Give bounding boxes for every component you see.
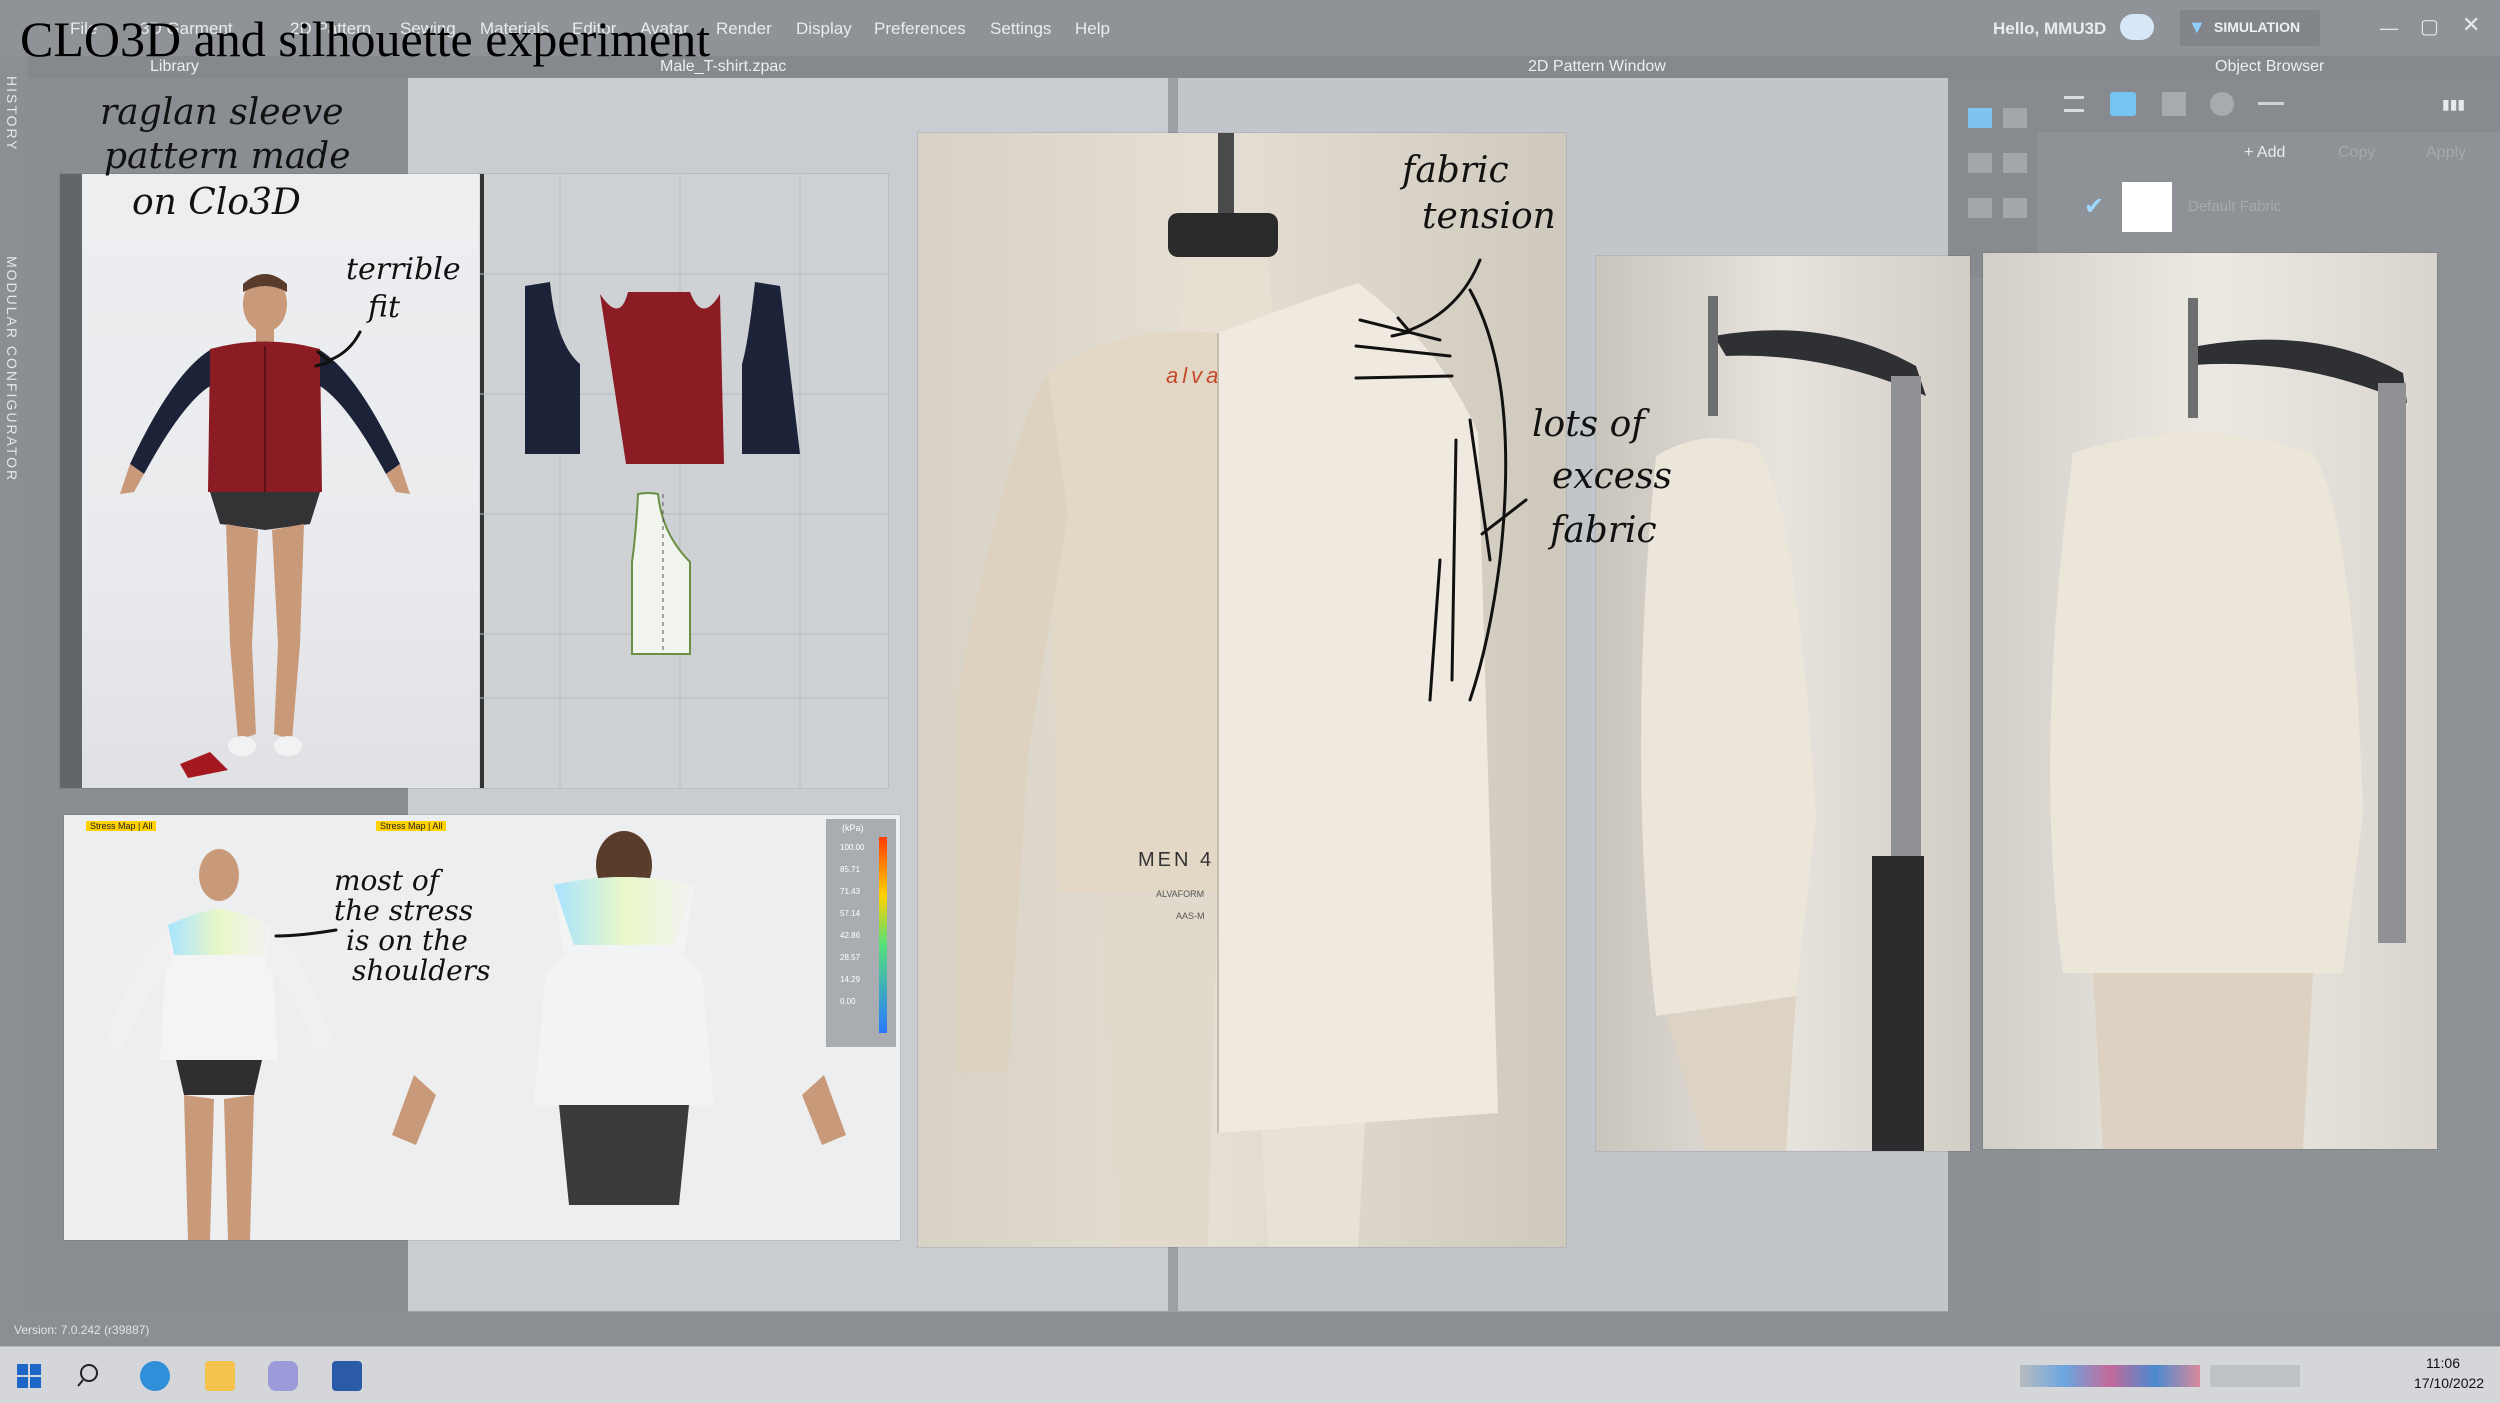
legend-tick: 0.00 xyxy=(840,997,856,1006)
taskbar-date: 17/10/2022 xyxy=(2414,1375,2485,1391)
edge-browser-icon[interactable] xyxy=(140,1361,170,1391)
file-explorer-icon[interactable] xyxy=(205,1361,235,1391)
back-pattern-piece xyxy=(631,492,691,655)
windows-start-icon[interactable] xyxy=(14,1361,44,1391)
word-app-icon[interactable] xyxy=(332,1361,362,1391)
mode-label: SIMULATION xyxy=(2214,19,2301,35)
form-model-label: AAS-M xyxy=(1176,911,1205,921)
fabric-swatch[interactable] xyxy=(2122,182,2172,232)
annotation-fabric-2: fabric xyxy=(1550,510,1657,551)
copy-button[interactable]: Copy xyxy=(2338,144,2375,162)
form-brand-label: alva xyxy=(1166,363,1223,388)
list-icon[interactable] xyxy=(2064,96,2084,112)
stress-map-panel: Stress Map | All Stress Map | All (kPa) … xyxy=(64,815,900,1240)
network-volume-icons[interactable] xyxy=(2210,1365,2300,1387)
version-label: Version: 7.0.242 (r39887) xyxy=(14,1323,150,1337)
annotation-lots-of: lots of xyxy=(1532,404,1645,445)
add-button[interactable]: + Add xyxy=(2244,144,2285,162)
greeting-label: Hello, MMU3D xyxy=(1993,19,2107,38)
side-muslin-toile xyxy=(1641,438,1816,1151)
legend-tick: 14.29 xyxy=(840,975,861,984)
chevron-down-icon: ▼ xyxy=(2188,17,2206,37)
dress-form-front-photo: alva MEN 4 ALVAFORM AAS-M xyxy=(918,133,1566,1247)
left-side-strip: HISTORY MODULAR CONFIGURATOR xyxy=(0,56,28,1346)
tool-icon[interactable] xyxy=(1968,108,1992,128)
apply-button[interactable]: Apply xyxy=(2426,144,2466,162)
legend-tick: 100.00 xyxy=(840,843,865,852)
pattern-grid xyxy=(480,174,888,788)
form-maker-label: ALVAFORM xyxy=(1156,889,1205,899)
tool-icon[interactable] xyxy=(1968,153,1992,173)
cloud-icon[interactable] xyxy=(2120,14,2154,40)
button-icon[interactable] xyxy=(2210,92,2234,116)
legend-tick: 57.14 xyxy=(840,909,861,918)
tool-icon[interactable] xyxy=(2003,153,2027,173)
object-browser-title: Object Browser xyxy=(2215,58,2325,75)
annotation-stress-4: shoulders xyxy=(352,954,491,987)
annotation-fit: fit xyxy=(368,290,401,325)
annotation-fabric: fabric xyxy=(1402,150,1509,191)
menu-help[interactable]: Help xyxy=(1075,19,1110,39)
fabric-icon[interactable] xyxy=(2110,92,2136,116)
stress-legend xyxy=(826,819,896,1047)
windows-taskbar: 11:06 17/10/2022 xyxy=(0,1346,2500,1403)
line-icon[interactable] xyxy=(2258,102,2284,105)
legend-tick: 71.43 xyxy=(840,887,861,896)
sleeve-pattern-piece xyxy=(742,282,800,454)
pattern-tool-strip xyxy=(1948,78,2038,278)
annotation-tension: tension xyxy=(1422,196,1556,237)
avatar-figure xyxy=(120,274,410,756)
muslin-toile xyxy=(1217,283,1498,1133)
body-pattern-piece xyxy=(600,292,724,464)
menu-render[interactable]: Render xyxy=(716,19,772,39)
menu-settings[interactable]: Settings xyxy=(990,19,1051,39)
legend-tick: 42.86 xyxy=(840,931,861,940)
status-bar: Version: 7.0.242 (r39887) xyxy=(0,1312,2500,1346)
system-tray-icons[interactable] xyxy=(2020,1365,2200,1387)
modular-configurator-tab[interactable]: MODULAR CONFIGURATOR xyxy=(4,256,20,482)
back-muslin-toile xyxy=(2050,433,2363,1149)
page-title: CLO3D and silhouette experiment xyxy=(20,11,711,67)
stress-avatar-back xyxy=(392,831,846,1205)
maximize-icon[interactable]: ▢ xyxy=(2420,14,2439,39)
pattern-window-title: 2D Pattern Window xyxy=(1528,58,1666,75)
tool-icon[interactable] xyxy=(2003,108,2027,128)
legend-tick: 85.71 xyxy=(840,865,861,874)
minimize-icon[interactable]: — xyxy=(2380,18,2398,39)
clo3d-pattern-panel xyxy=(480,174,888,788)
annotation-excess: excess xyxy=(1552,456,1673,497)
stress-unit: (kPa) xyxy=(842,823,864,833)
annotation-raglan-2: pattern made xyxy=(104,136,351,177)
dress-form-side-photo xyxy=(1596,256,1970,1151)
history-tab[interactable]: HISTORY xyxy=(4,76,20,152)
annotation-stress-2: the stress xyxy=(334,894,474,927)
fabric-name: Default Fabric xyxy=(2188,198,2282,215)
mode-selector[interactable]: ▼ SIMULATION xyxy=(2180,10,2320,46)
menu-display[interactable]: Display xyxy=(796,19,852,39)
grid-icon[interactable] xyxy=(2162,92,2186,116)
legend-tick: 28.57 xyxy=(840,953,861,962)
search-icon[interactable] xyxy=(76,1361,106,1391)
stress-avatar-front xyxy=(104,849,334,1240)
clo3d-app-icon[interactable] xyxy=(268,1361,298,1391)
annotation-raglan-1: raglan sleeve xyxy=(100,92,344,133)
annotation-raglan-3: on Clo3D xyxy=(132,182,301,223)
object-browser-toolbar: ▮▮▮ xyxy=(2038,78,2500,132)
annotation-terrible: terrible xyxy=(346,252,461,287)
annotation-stress-1: most of xyxy=(334,864,440,897)
taskbar-time: 11:06 xyxy=(2426,1355,2460,1371)
tool-icon[interactable] xyxy=(1968,198,1992,218)
menu-preferences[interactable]: Preferences xyxy=(874,19,966,39)
form-size-label: MEN 4 xyxy=(1138,849,1215,871)
sleeve-pattern-piece xyxy=(525,282,580,454)
more-icon[interactable]: ▮▮▮ xyxy=(2442,96,2465,113)
annotation-stress-3: is on the xyxy=(346,924,468,957)
garment-thumbnail xyxy=(180,752,228,778)
close-icon[interactable]: ✕ xyxy=(2462,12,2480,38)
dress-form-back-photo xyxy=(1983,253,2437,1149)
check-icon[interactable]: ✔ xyxy=(2084,192,2104,221)
tool-icon[interactable] xyxy=(2003,198,2027,218)
